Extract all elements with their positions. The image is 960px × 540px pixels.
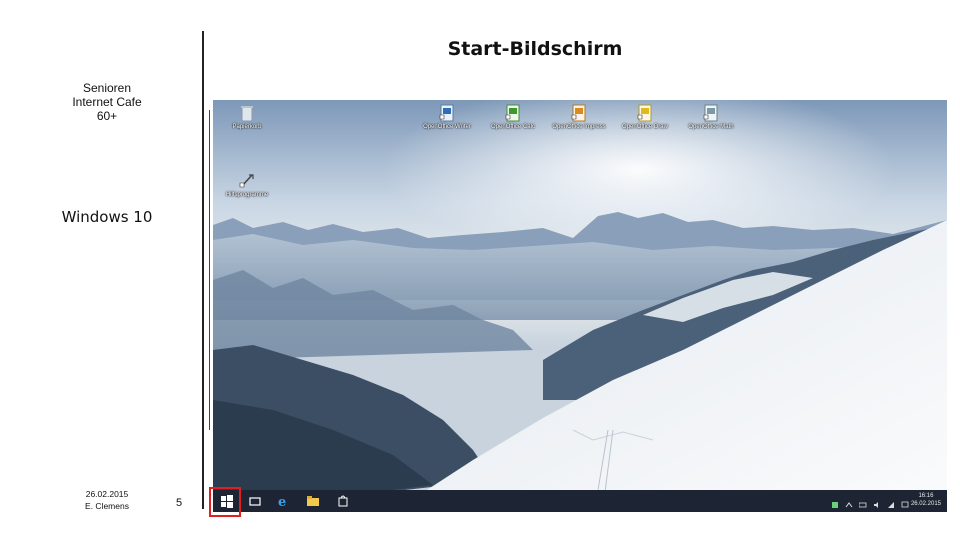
desktop-screenshot: Papierkorb OpenOffice Writer OpenOffice … — [213, 100, 947, 512]
openoffice-writer-icon — [439, 104, 455, 122]
desktop-wallpaper — [213, 100, 947, 512]
start-button-highlight — [209, 487, 241, 517]
divider-line — [209, 110, 210, 430]
desktop-icon-draw[interactable]: OpenOffice Draw — [615, 104, 675, 130]
task-view-icon — [249, 497, 261, 506]
slide-date: 26.02.2015 — [85, 489, 129, 499]
task-view-button[interactable] — [247, 493, 263, 509]
shortcut-icon — [239, 172, 255, 190]
desktop-icon-recycle-bin[interactable]: Papierkorb — [217, 104, 277, 130]
desktop-icon-math[interactable]: OpenOffice Math — [681, 104, 741, 130]
openoffice-calc-icon — [505, 104, 521, 122]
desktop-icon-label: Hilfsprogramme — [225, 192, 269, 198]
openoffice-impress-icon — [571, 104, 587, 122]
network-icon[interactable] — [831, 496, 839, 508]
openoffice-math-icon — [703, 104, 719, 122]
volume-icon[interactable] — [873, 496, 881, 508]
notification-icon[interactable] — [901, 496, 909, 508]
store-button[interactable] — [335, 493, 351, 509]
desktop-icon-writer[interactable]: OpenOffice Writer — [417, 104, 477, 130]
internet-explorer-icon: e — [278, 495, 286, 510]
desktop-icon-label: Papierkorb — [232, 124, 262, 130]
desktop-icon-label: OpenOffice Calc — [491, 124, 535, 130]
taskbar-clock[interactable]: 16:16 26.02.2015 — [911, 492, 941, 508]
desktop-icon-label: OpenOffice Math — [688, 124, 734, 130]
desktop-icon-shortcut[interactable]: Hilfsprogramme — [217, 172, 277, 198]
desktop-icon-label: OpenOffice Writer — [423, 124, 471, 130]
divider-line — [202, 31, 204, 509]
clock-time: 16:16 — [918, 493, 934, 499]
slide-author: E. Clemens — [85, 501, 129, 511]
page-number: 5 — [176, 497, 183, 509]
show-hidden-icons-icon[interactable] — [845, 496, 853, 508]
desktop-icon-label: OpenOffice Draw — [622, 124, 668, 130]
wifi-icon[interactable] — [887, 496, 895, 508]
organization-name: Senioren Internet Cafe 60+ — [62, 81, 152, 123]
slide-subject: Windows 10 — [61, 208, 153, 226]
store-bag-icon — [338, 495, 348, 507]
desktop-icon-calc[interactable]: OpenOffice Calc — [483, 104, 543, 130]
desktop-icon-label: OpenOffice Impress — [552, 124, 606, 130]
clock-date: 26.02.2015 — [910, 501, 941, 507]
desktop-icon-impress[interactable]: OpenOffice Impress — [549, 104, 609, 130]
slide-title: Start-Bildschirm — [447, 38, 623, 60]
svg-text:e: e — [278, 495, 286, 509]
openoffice-draw-icon — [637, 104, 653, 122]
org-line: 60+ — [96, 109, 118, 123]
slide-footer: 26.02.2015 E. Clemens — [62, 488, 152, 512]
org-line: Senioren — [82, 81, 132, 95]
org-line: Internet Cafe — [72, 95, 142, 109]
internet-explorer-button[interactable]: e — [275, 493, 291, 510]
folder-icon — [307, 496, 319, 506]
recycle-bin-icon — [239, 104, 255, 122]
battery-icon[interactable] — [858, 496, 867, 508]
taskbar: e 16:16 26.02.2015 — [213, 490, 947, 512]
file-explorer-button[interactable] — [305, 493, 321, 509]
